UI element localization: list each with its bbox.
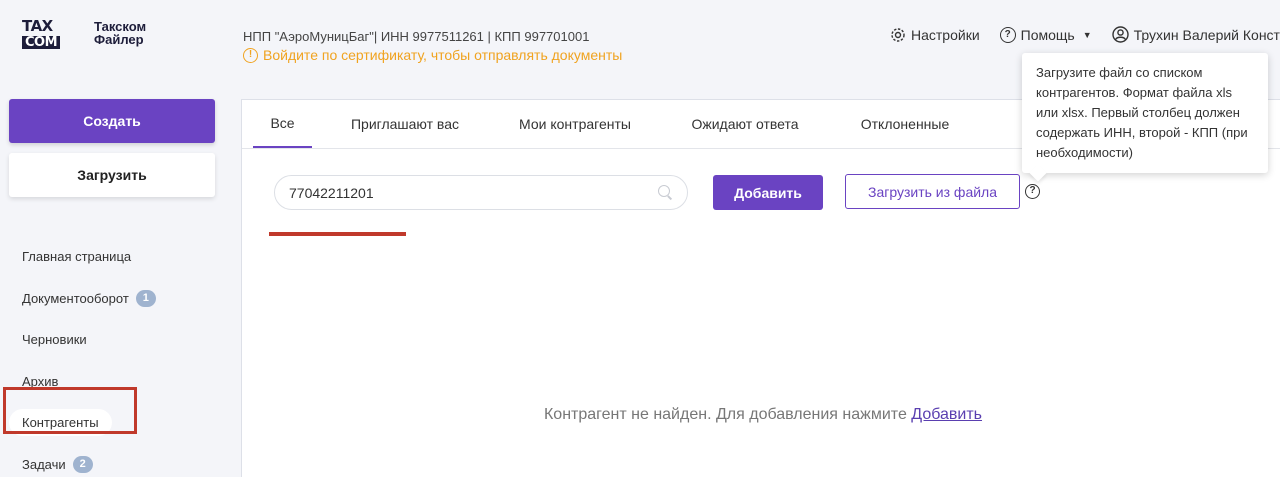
create-button[interactable]: Создать <box>9 99 215 143</box>
sidebar-item-drafts[interactable]: Черновики <box>22 319 156 361</box>
sidebar-item-tasks[interactable]: Задачи 2 <box>22 444 156 477</box>
certificate-warning[interactable]: ! Войдите по сертификату, чтобы отправля… <box>243 47 622 63</box>
tab-all[interactable]: Все <box>253 100 312 148</box>
sidebar-item-label: Задачи <box>22 456 66 472</box>
taxcom-logo[interactable]: TAX COM Такском Файлер <box>22 17 146 49</box>
tab-awaiting-response[interactable]: Ожидают ответа <box>685 100 805 148</box>
annotation-underline <box>269 232 406 236</box>
header-actions: Настройки ? Помощь ▼ Трухин Валерий Конс… <box>890 26 1280 43</box>
logo-com-text: COM <box>22 36 61 49</box>
annotation-highlight-box <box>3 387 137 434</box>
search-value: 77042211201 <box>289 184 374 201</box>
upload-button[interactable]: Загрузить <box>9 153 215 197</box>
tab-invited[interactable]: Приглашают вас <box>342 100 468 148</box>
empty-state-text: Контрагент не найден. Для добавления наж… <box>543 406 907 423</box>
logo-product-name: Такском Файлер <box>94 20 146 46</box>
gear-icon <box>891 27 905 42</box>
sidebar-item-label: Черновики <box>22 332 87 348</box>
logo-line2: Файлер <box>94 32 144 47</box>
help-icon[interactable]: ? <box>1025 184 1040 199</box>
count-badge: 1 <box>135 289 156 307</box>
chevron-down-icon: ▼ <box>1082 29 1092 40</box>
help-label: Помощь <box>1020 26 1075 43</box>
settings-label: Настройки <box>911 26 980 43</box>
sidebar-item-label: Документооборот <box>22 290 129 306</box>
upload-from-file-button[interactable]: Загрузить из файла <box>845 174 1020 209</box>
sidebar-nav: Главная страница Документооборот 1 Черно… <box>9 236 156 477</box>
user-menu[interactable]: Трухин Валерий Констан <box>1111 26 1280 43</box>
user-icon <box>1111 26 1129 43</box>
help-circle-icon: ? <box>999 26 1016 43</box>
count-badge: 2 <box>72 455 93 473</box>
settings-link[interactable]: Настройки <box>890 27 980 43</box>
upload-format-tooltip: Загрузите файл со списком контрагентов. … <box>1022 53 1268 173</box>
search-input[interactable]: 77042211201 <box>274 175 688 210</box>
sidebar-item-documents[interactable]: Документооборот 1 <box>22 278 156 320</box>
logo-mark: TAX COM <box>22 17 86 49</box>
add-button[interactable]: Добавить <box>713 175 823 210</box>
tab-my-counterparties[interactable]: Мои контрагенты <box>510 100 640 148</box>
tab-rejected[interactable]: Отклоненные <box>850 100 960 148</box>
certificate-warning-text[interactable]: Войдите по сертификату, чтобы отправлять… <box>263 47 622 63</box>
sidebar-item-home[interactable]: Главная страница <box>22 236 156 278</box>
search-icon[interactable] <box>658 185 673 200</box>
warning-icon: ! <box>243 47 258 63</box>
org-info: НПП "АэроМуницБаг"| ИНН 9977511261 | КПП… <box>243 29 590 44</box>
empty-state: Контрагент не найден. Для добавления наж… <box>242 406 1280 424</box>
help-menu[interactable]: ? Помощь ▼ <box>999 26 1092 43</box>
sidebar-item-label: Главная страница <box>22 249 132 265</box>
empty-state-add-link[interactable]: Добавить <box>911 406 982 423</box>
app-root: TAX COM Такском Файлер НПП "АэроМуницБаг… <box>0 0 1280 477</box>
logo-tax-text: TAX <box>22 17 53 35</box>
user-name: Трухин Валерий Констан <box>1133 26 1280 43</box>
